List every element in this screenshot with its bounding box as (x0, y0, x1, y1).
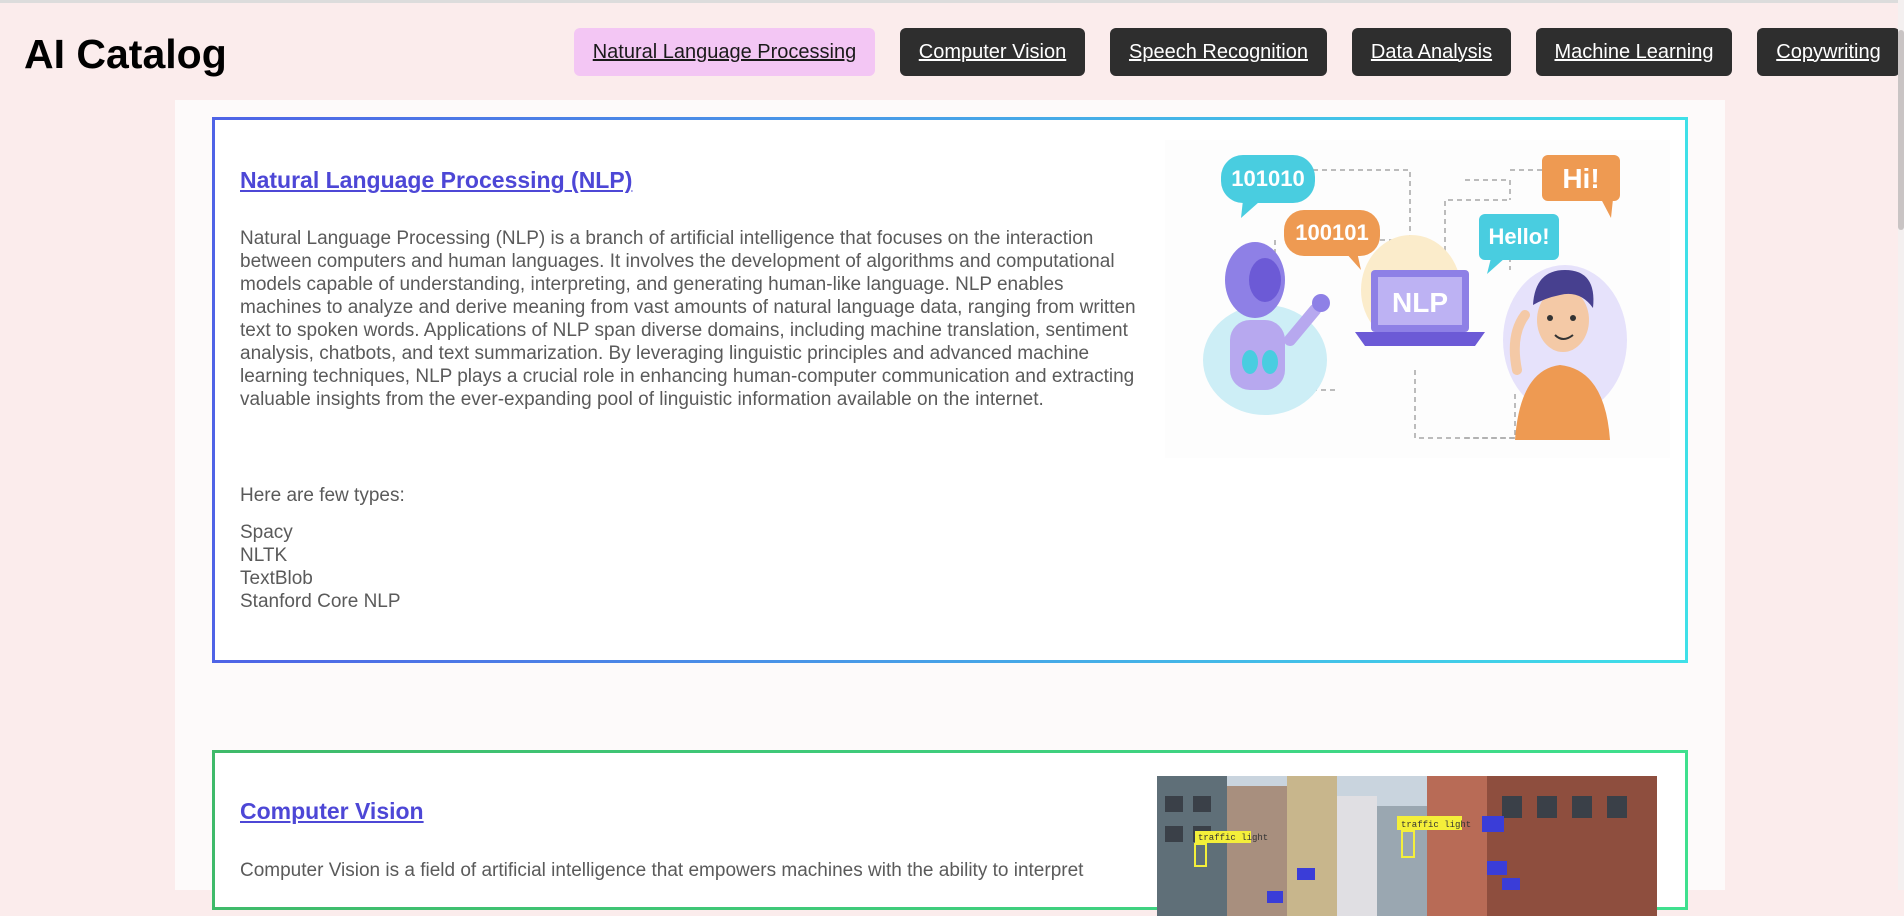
list-item: Stanford Core NLP (240, 591, 401, 612)
robot-icon (1203, 242, 1330, 415)
nav-natural-language-processing[interactable]: Natural Language Processing (574, 28, 875, 76)
nlp-section-card: Natural Language Processing (NLP) Natura… (212, 117, 1688, 663)
nlp-illustration: 101010 100101 Hello! Hi! NLP (1165, 140, 1670, 458)
nlp-section-title[interactable]: Natural Language Processing (NLP) (240, 167, 632, 194)
bubble-101010: 101010 (1221, 155, 1315, 218)
bubble-text: Hello! (1488, 224, 1549, 249)
catalog-content: Natural Language Processing (NLP) Natura… (175, 100, 1725, 916)
bubble-100101: 100101 (1284, 210, 1380, 270)
bubble-hi: Hi! (1542, 155, 1620, 218)
nav-speech-recognition[interactable]: Speech Recognition (1110, 28, 1327, 76)
street-scene-image: traffic light traffic light (1157, 776, 1657, 916)
computer-vision-section-card: Computer Vision Computer Vision is a fie… (212, 750, 1688, 916)
computer-vision-section-title[interactable]: Computer Vision (240, 798, 424, 825)
bubble-hello: Hello! (1479, 214, 1559, 274)
detection-label: traffic light (1198, 833, 1268, 843)
nlp-types-intro: Here are few types: (240, 485, 405, 506)
laptop-icon: NLP (1355, 270, 1485, 346)
page-scrollbar[interactable] (1898, 0, 1904, 890)
bubble-text: Hi! (1562, 163, 1599, 194)
bubble-text: 100101 (1295, 220, 1368, 245)
nav-machine-learning[interactable]: Machine Learning (1536, 28, 1732, 76)
detection-label: traffic light (1401, 820, 1471, 830)
site-header: AI Catalog Natural Language Processing C… (0, 3, 1904, 100)
nlp-description: Natural Language Processing (NLP) is a b… (240, 228, 1136, 410)
scrollbar-thumb[interactable] (1898, 30, 1904, 230)
list-item: Spacy (240, 522, 293, 543)
computer-vision-description: Computer Vision is a field of artificial… (240, 860, 1084, 881)
list-item: NLTK (240, 545, 288, 566)
nav-computer-vision[interactable]: Computer Vision (900, 28, 1085, 76)
site-brand: AI Catalog (24, 31, 227, 77)
nav-copywriting[interactable]: Copywriting (1757, 28, 1900, 76)
bubble-text: 101010 (1231, 166, 1304, 191)
person-icon (1503, 265, 1627, 440)
nlp-types-list: Spacy NLTK TextBlob Stanford Core NLP (240, 521, 401, 613)
list-item: TextBlob (240, 568, 313, 589)
laptop-text: NLP (1392, 287, 1448, 318)
nav-data-analysis[interactable]: Data Analysis (1352, 28, 1511, 76)
